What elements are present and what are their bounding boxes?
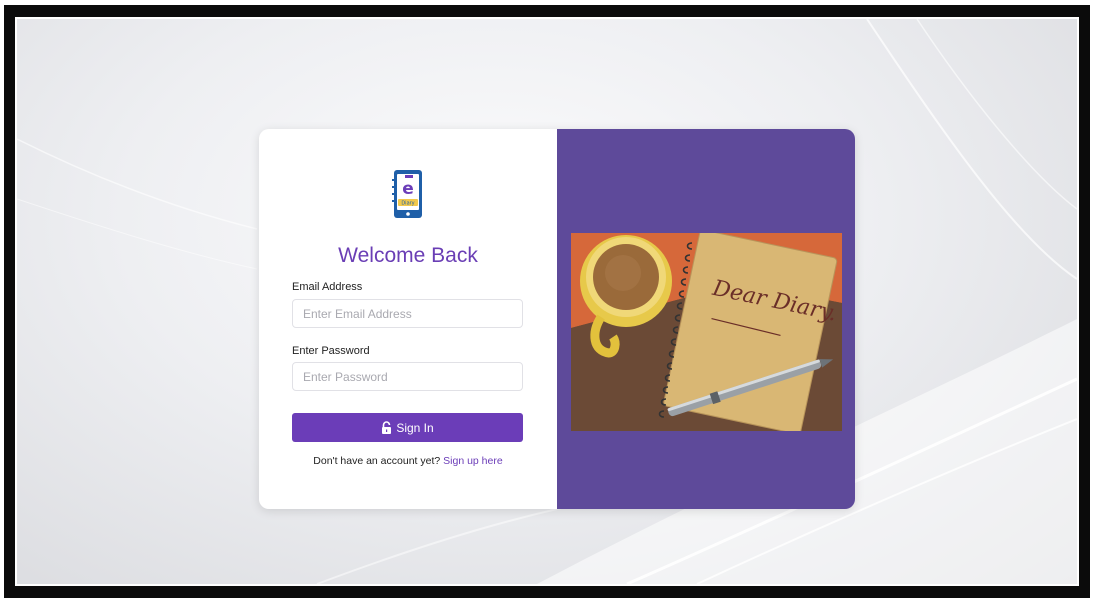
sign-up-link[interactable]: Sign up here [443,455,503,467]
login-panel: e Diary Welcome Back Email Address Enter… [259,129,557,509]
page-background: e Diary Welcome Back Email Address Enter… [15,17,1079,586]
lock-icon [382,421,392,434]
diary-coffee-photo: Dear Diary. [571,233,842,431]
svg-text:Diary: Diary [401,201,414,207]
image-panel: Dear Diary. [557,129,855,509]
email-input[interactable] [292,299,523,328]
svg-text:e: e [402,179,414,199]
e-diary-logo-icon: e Diary [392,170,422,218]
password-label: Enter Password [292,345,370,357]
password-input[interactable] [292,362,523,391]
screenshot-frame: e Diary Welcome Back Email Address Enter… [4,5,1090,598]
login-card: e Diary Welcome Back Email Address Enter… [259,129,855,509]
sign-in-label: Sign In [396,420,434,435]
signup-prompt-row: Don't have an account yet? Sign up here [259,455,557,467]
page-title: Welcome Back [338,244,478,267]
sign-in-button[interactable]: Sign In [292,413,523,442]
signup-prompt-text: Don't have an account yet? [313,455,441,467]
email-label: Email Address [292,281,363,293]
